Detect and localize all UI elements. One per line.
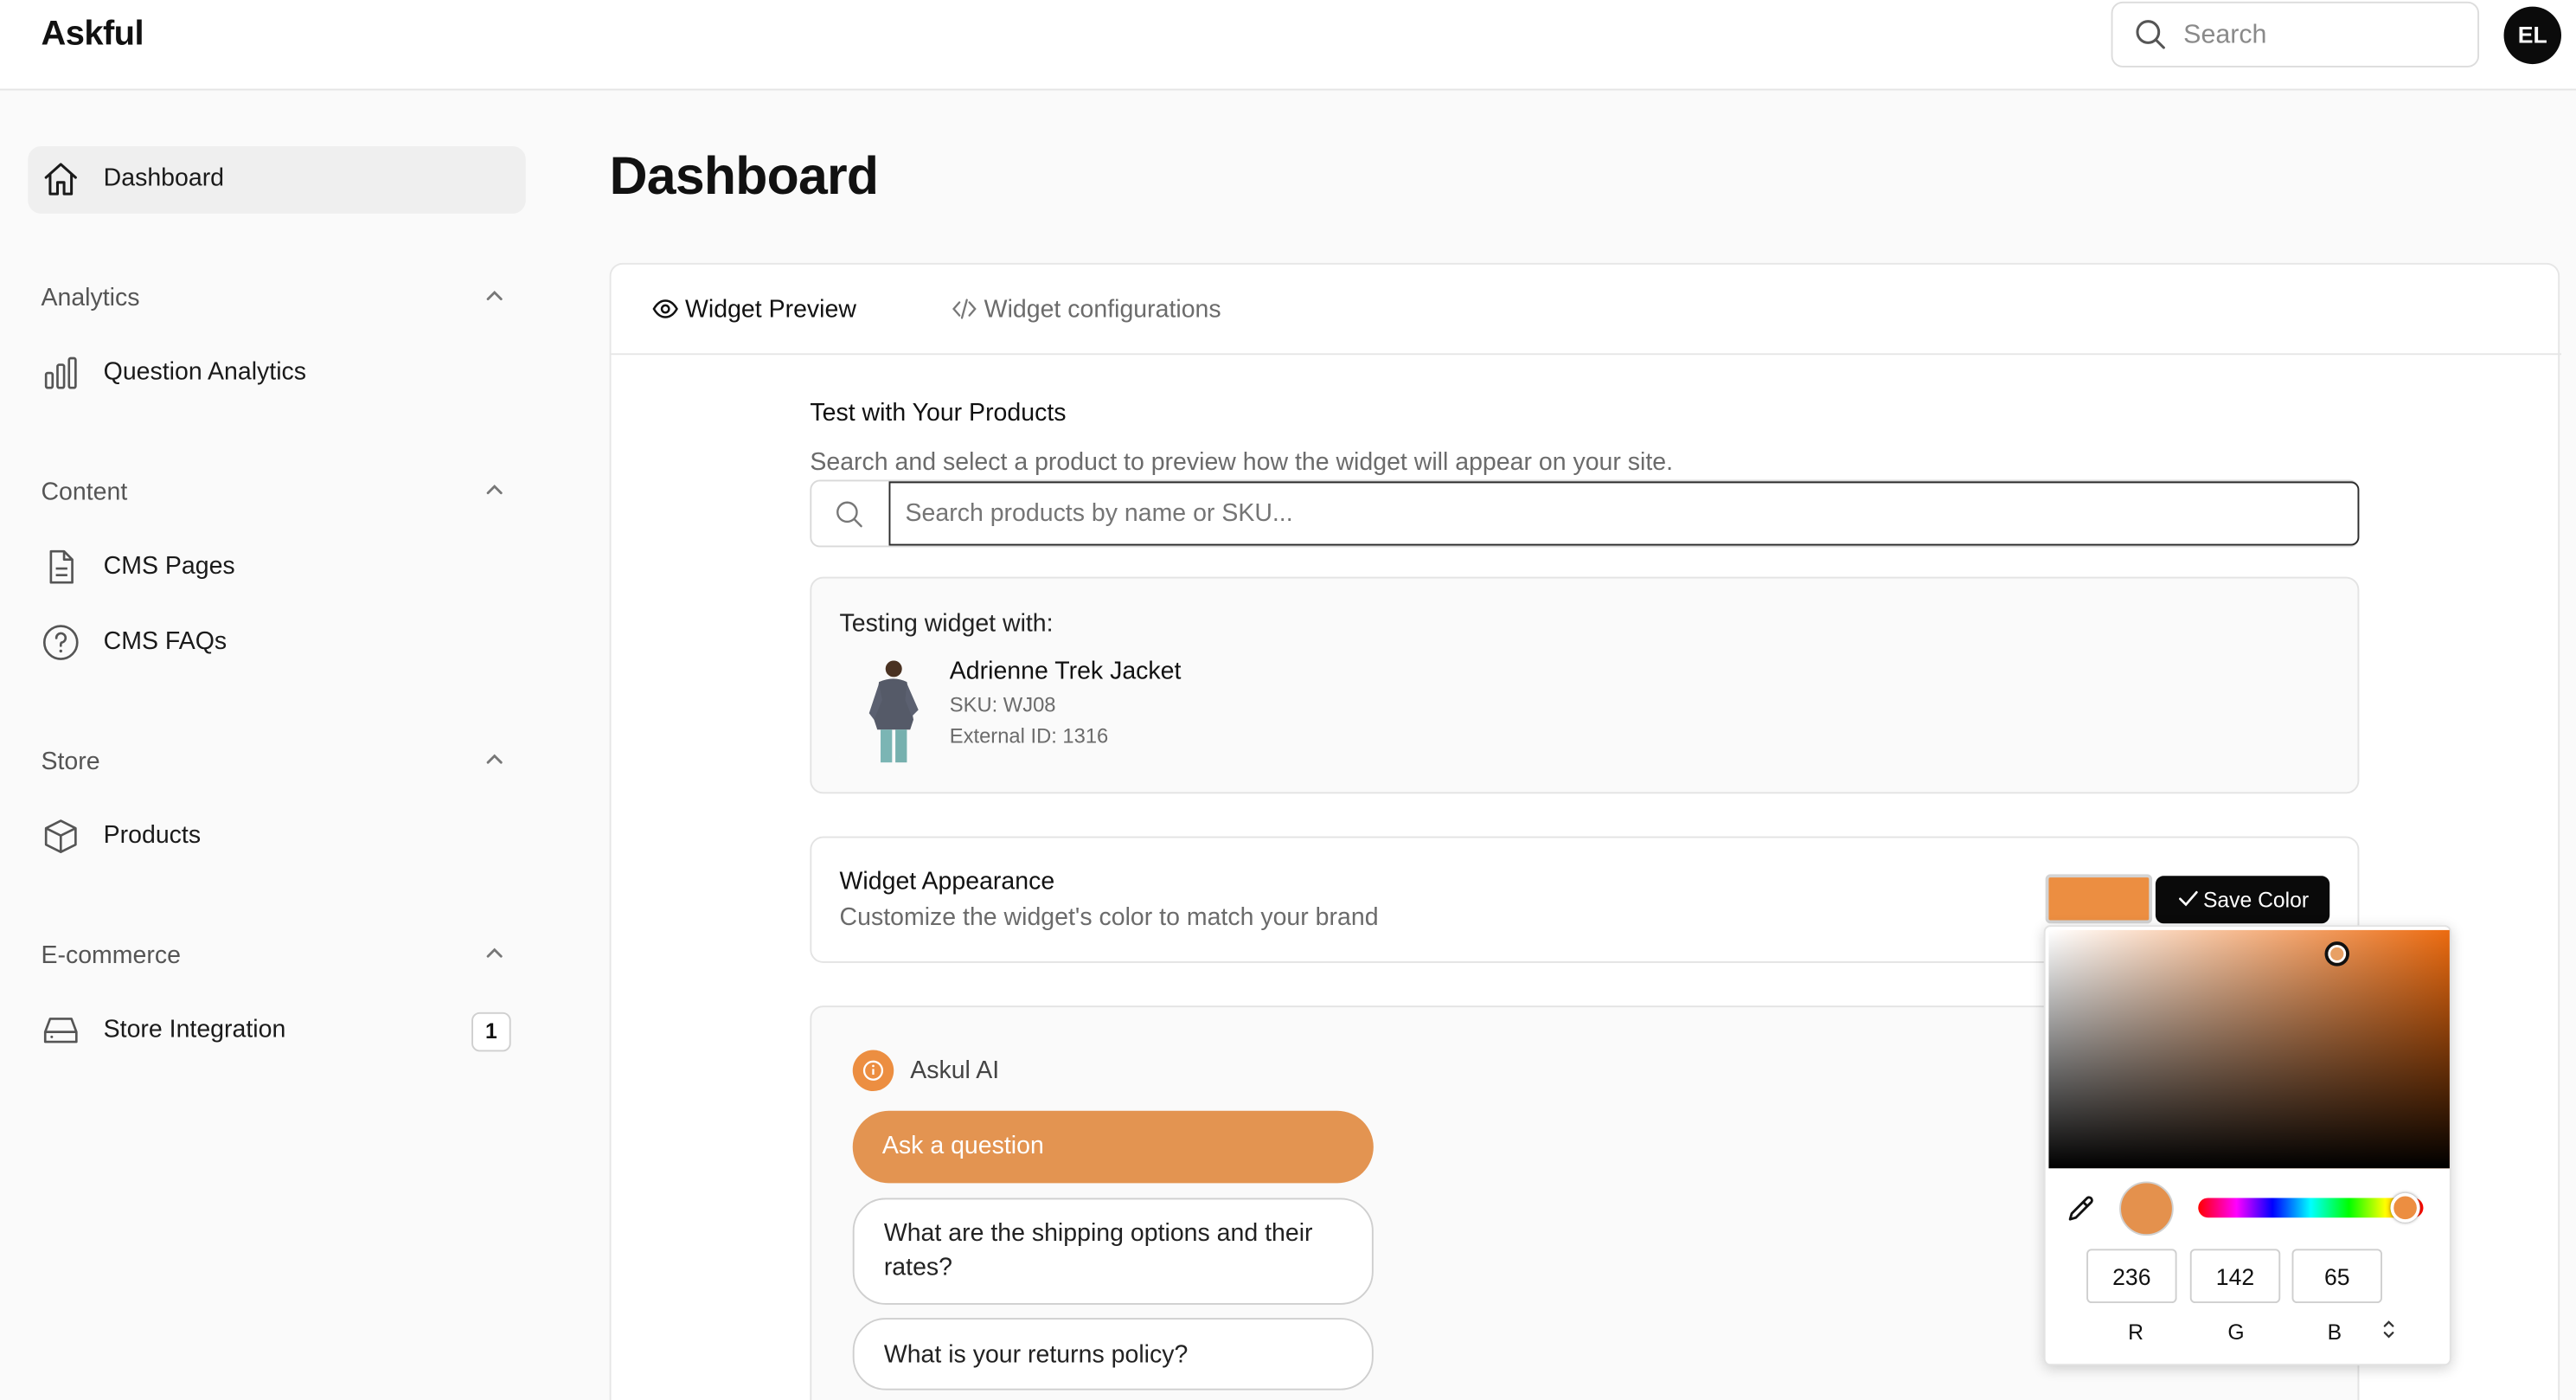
section-store-title: Store [41,748,100,776]
document-icon [49,549,74,584]
box-icon [44,819,77,854]
color-preview [2119,1181,2174,1236]
app-logo[interactable]: Askful [41,15,144,55]
user-avatar[interactable]: EL [2503,6,2562,65]
drive-icon [43,1018,78,1044]
chevron-up-icon[interactable] [481,746,507,772]
search-icon [836,501,862,528]
saturation-cursor[interactable] [2324,941,2349,967]
assistant-name: Askul AI [910,1056,1000,1085]
question-circle-icon [42,625,79,660]
green-label: G [2227,1319,2245,1345]
blue-label: B [2327,1319,2342,1345]
search-icon [2136,20,2165,49]
sidebar-item-label: Question Analytics [103,358,307,387]
test-description: Search and select a product to preview h… [810,448,1674,477]
product-sku: SKU: WJ08 [949,693,1056,717]
top-header: Askful Search EL [0,0,2576,91]
sidebar-item-label: Dashboard [103,164,225,193]
color-picker-popover: R G B [2043,925,2451,1366]
save-color-label: Save Color [2202,887,2310,913]
search-placeholder: Search [2183,21,2267,49]
eye-icon [652,299,678,318]
product-external-id: External ID: 1316 [949,724,1109,748]
appearance-title: Widget Appearance [839,867,1055,896]
suggested-question[interactable]: What are the shipping options and their … [852,1198,1374,1305]
test-heading: Test with Your Products [810,399,1067,427]
code-icon [952,299,977,319]
red-input[interactable] [2086,1249,2177,1303]
page-title: Dashboard [609,146,879,206]
app-root: Askful Search EL Dashboard Analytics Que… [0,0,2576,1400]
suggested-question[interactable]: What is your returns policy? [852,1318,1374,1390]
product-search-input[interactable] [888,481,2360,546]
testing-label: Testing widget with: [839,609,1054,638]
tab-label: Widget configurations [984,295,1221,324]
bar-chart-icon [44,356,77,389]
saturation-value-area[interactable] [2048,929,2450,1169]
tab-bar: Widget Preview Widget configurations [611,265,2562,356]
chevron-up-icon[interactable] [481,940,507,966]
chevron-up-icon[interactable] [481,477,507,503]
chevron-up-icon[interactable] [481,283,507,309]
check-icon [2179,890,2198,907]
eyedropper-icon[interactable] [2067,1193,2096,1223]
red-label: R [2128,1319,2143,1345]
sidebar-item-label: CMS Pages [103,552,235,581]
testing-product-box: Testing widget with: Adrienne Trek Jacke… [810,576,2360,794]
global-search[interactable]: Search [2111,1,2480,67]
sidebar-item-label: Products [103,821,202,850]
blue-input[interactable] [2291,1249,2382,1303]
color-swatch-button[interactable] [2045,874,2153,924]
assistant-avatar [852,1050,894,1092]
ask-question-button[interactable]: Ask a question [852,1110,1374,1184]
integration-count-badge: 1 [471,1011,511,1052]
hue-slider[interactable] [2198,1198,2424,1218]
sidebar-item-label: CMS FAQs [103,627,227,656]
sidebar-item-dashboard[interactable] [28,146,526,214]
home-icon [44,163,77,196]
tab-label: Widget Preview [685,295,856,324]
section-content-title: Content [41,478,128,506]
sidebar-item-label: Store Integration [103,1015,286,1044]
product-name: Adrienne Trek Jacket [949,657,1182,685]
format-toggle-icon[interactable] [2381,1318,2397,1341]
section-analytics-title: Analytics [41,284,140,312]
appearance-description: Customize the widget's color to match yo… [839,903,1379,932]
hue-slider-handle[interactable] [2390,1192,2420,1223]
save-color-button[interactable]: Save Color [2155,876,2330,924]
product-search [810,479,2360,548]
section-ecommerce-title: E-commerce [41,941,181,970]
sidebar: Dashboard Analytics Question Analytics C… [0,92,567,1400]
info-icon [862,1060,884,1081]
product-thumbnail [839,653,945,766]
green-input[interactable] [2189,1249,2281,1303]
